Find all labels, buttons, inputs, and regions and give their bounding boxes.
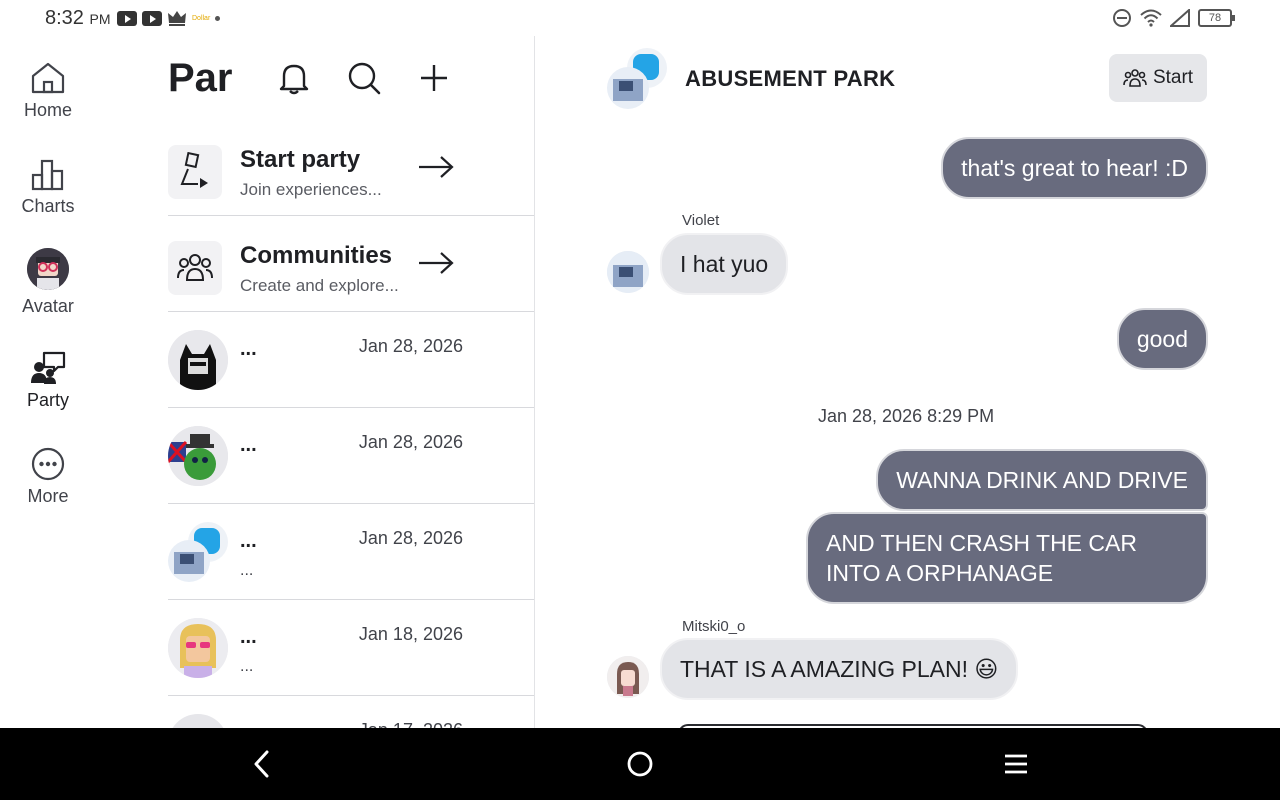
start-party-row[interactable]: Start party Join experiences... — [168, 120, 535, 216]
arrow-right-icon — [418, 252, 454, 279]
add-icon[interactable] — [416, 60, 452, 96]
sender-name: Mitski0_o — [682, 618, 746, 635]
signal-icon — [1170, 9, 1190, 27]
start-button[interactable]: Start — [1109, 54, 1207, 102]
rail-item-home[interactable]: Home — [0, 58, 96, 121]
conversation-preview: ... — [240, 562, 254, 579]
message-bubble-received[interactable]: THAT IS A AMAZING PLAN! 😃 — [660, 638, 1019, 700]
communities-icon — [168, 241, 222, 295]
battery-icon: 78 — [1198, 9, 1235, 27]
conversation-date: Jan 18, 2026 — [358, 624, 463, 644]
home-icon — [28, 58, 68, 98]
people-icon — [1123, 69, 1147, 87]
conversation-date: Jan 28, 2026 — [358, 528, 463, 548]
conversation-name: ... — [240, 530, 257, 552]
avatar — [607, 656, 649, 698]
rail-label: Avatar — [22, 296, 74, 316]
crown-icon — [168, 11, 186, 26]
youtube-icon — [142, 10, 162, 26]
chart-icon — [28, 154, 68, 194]
back-icon[interactable] — [246, 748, 278, 780]
start-label: Start — [1152, 67, 1194, 88]
rail-item-more[interactable]: More — [0, 444, 96, 507]
rail-label: Charts — [21, 196, 75, 216]
conversation-row[interactable]: ... Jan 28, 2026 ... — [168, 504, 535, 600]
youtube-icon — [117, 10, 137, 26]
rail-label: More — [27, 486, 69, 506]
conversation-date: Jan 28, 2026 — [358, 432, 463, 452]
dnd-icon — [1113, 9, 1131, 27]
system-nav-bar — [0, 728, 1280, 800]
conversation-preview: ... — [240, 658, 254, 675]
dot-icon — [215, 15, 221, 21]
avatar — [607, 251, 649, 293]
rail-label: Party — [26, 390, 69, 410]
conversation-date: Jan 28, 2026 — [358, 336, 463, 356]
party-panel: Par Start party Join experiences... Comm… — [168, 40, 535, 728]
avatar — [168, 426, 228, 486]
menu-subtitle: Join experiences... — [240, 180, 382, 199]
conversation-row[interactable]: ... Jan 28, 2026 — [168, 408, 535, 504]
wifi-icon — [1140, 9, 1162, 27]
recents-icon[interactable] — [1000, 748, 1032, 780]
conversation-date: Jan 17, 2026 — [359, 720, 463, 728]
avatar-icon — [27, 248, 69, 290]
status-time: 8:32 PM — [45, 7, 111, 29]
conversation-name: ... — [240, 434, 257, 456]
arrow-right-icon — [418, 156, 454, 183]
rail-label: Home — [23, 100, 72, 120]
message-timestamp: Jan 28, 2026 8:29 PM — [818, 406, 995, 426]
message-bubble-sent[interactable]: good — [1116, 308, 1208, 370]
status-bar: 8:32 PM Dollar 78 — [0, 0, 1280, 36]
conversation-name: ... — [240, 338, 257, 360]
chat-title: ABUSEMENT PARK — [685, 66, 896, 91]
rail-item-party[interactable]: Party — [0, 348, 96, 411]
chat-panel: ABUSEMENT PARK Start that's great to hea… — [535, 36, 1280, 728]
message-bubble-sent[interactable]: AND THEN CRASH THE CAR INTO A ORPHANAGE — [806, 512, 1208, 604]
avatar — [168, 330, 228, 390]
notification-icons: Dollar — [117, 10, 221, 26]
menu-title: Start party — [240, 146, 361, 173]
app-badge: Dollar — [192, 14, 211, 22]
rail-item-charts[interactable]: Charts — [0, 154, 96, 217]
panel-actions — [276, 60, 452, 96]
avatar — [168, 618, 228, 678]
group-avatar — [168, 522, 228, 582]
message-bubble-sent[interactable]: WANNA DRINK AND DRIVE — [876, 449, 1208, 511]
communities-row[interactable]: Communities Create and explore... — [168, 216, 535, 312]
message-bubble-sent[interactable]: that's great to hear! :D — [941, 137, 1208, 199]
bell-icon[interactable] — [276, 60, 312, 96]
menu-title: Communities — [240, 242, 393, 269]
conversation-row[interactable]: Jan 17, 2026 — [168, 696, 535, 728]
home-button-icon[interactable] — [624, 748, 656, 780]
start-party-icon — [168, 145, 222, 199]
menu-subtitle: Create and explore... — [240, 276, 399, 295]
avatar — [168, 714, 228, 728]
search-icon[interactable] — [346, 60, 382, 96]
more-icon — [28, 444, 68, 484]
conversation-name: ... — [240, 626, 257, 648]
page-title: Par — [168, 56, 233, 100]
sender-name: Violet — [682, 212, 720, 229]
conversation-row[interactable]: ... Jan 28, 2026 — [168, 312, 535, 408]
system-icons: 78 — [1112, 8, 1235, 28]
rail-item-avatar[interactable]: Avatar — [0, 248, 96, 317]
group-avatar — [607, 48, 669, 109]
conversation-row[interactable]: ... Jan 18, 2026 ... — [168, 600, 535, 696]
party-icon — [28, 348, 68, 388]
message-bubble-received[interactable]: I hat yuo — [660, 233, 789, 295]
